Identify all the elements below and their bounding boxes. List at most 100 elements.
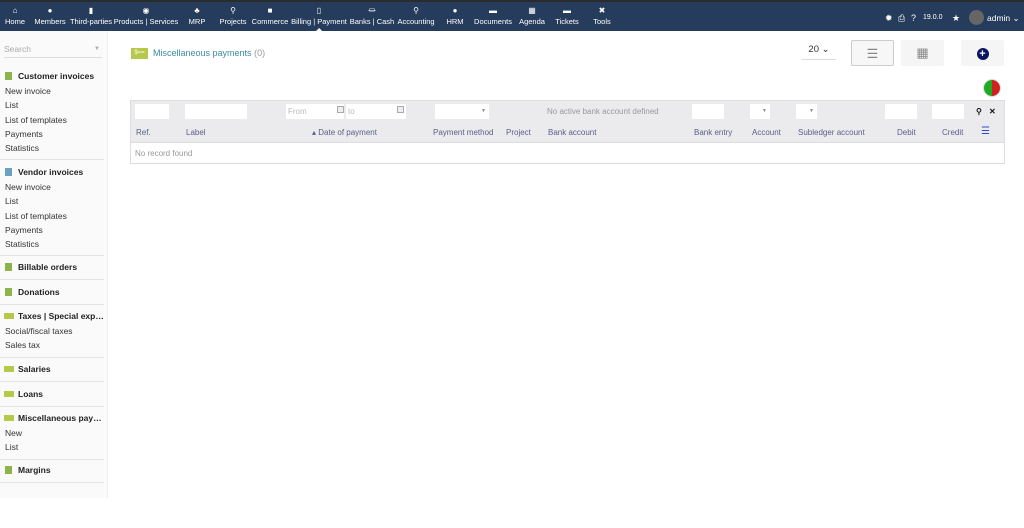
- filter-payment-method[interactable]: ▼: [435, 104, 489, 119]
- print-icon[interactable]: ⎙: [898, 13, 905, 24]
- top-menu-members[interactable]: ● Members: [34, 6, 65, 26]
- sidebar-heading[interactable]: Margins: [0, 462, 104, 478]
- calendar-icon[interactable]: [337, 106, 344, 113]
- sidebar-block: Loans: [0, 386, 104, 407]
- column-selector-icon[interactable]: ☰: [981, 126, 990, 137]
- sidebar-heading[interactable]: Customer invoices: [0, 68, 104, 84]
- col-bank-entry[interactable]: Bank entry: [694, 128, 732, 137]
- filter-debit[interactable]: [885, 104, 917, 119]
- filter-label[interactable]: [185, 104, 247, 119]
- payment-icon: $==: [131, 48, 148, 60]
- top-menu-mrp[interactable]: ♣ MRP: [189, 6, 206, 26]
- filter-date-from[interactable]: From: [286, 104, 344, 119]
- title-text: Miscellaneous payments: [153, 48, 252, 58]
- col-date[interactable]: ▴ Date of payment: [312, 128, 377, 137]
- sidebar-item[interactable]: New invoice: [0, 180, 104, 194]
- sidebar-block: Miscellaneous payments NewList: [0, 410, 104, 460]
- sidebar-item[interactable]: Statistics: [0, 237, 104, 251]
- top-menu-commerce[interactable]: ■ Commerce: [252, 6, 289, 26]
- filter-ref[interactable]: [135, 104, 169, 119]
- sidebar-block: Customer invoices New invoice List List of …: [0, 68, 104, 161]
- header-row: Ref. Label ▴ Date of payment Payment met…: [131, 122, 1004, 143]
- sidebar-heading[interactable]: Donations: [0, 284, 104, 300]
- sidebar-item[interactable]: Social/fiscal taxes: [0, 324, 104, 338]
- top-menu-tools[interactable]: ✖ Tools: [593, 6, 611, 26]
- sidebar-item[interactable]: Payments: [0, 223, 104, 237]
- sidebar-heading[interactable]: Loans: [0, 386, 104, 402]
- export-icon[interactable]: [983, 79, 1001, 97]
- calendar-icon: ▦: [528, 6, 536, 15]
- sidebar-heading-label: Taxes | Special expenses: [18, 311, 104, 321]
- sidebar-heading[interactable]: Vendor invoices: [0, 164, 104, 180]
- close-icon[interactable]: ✕: [989, 107, 996, 116]
- sidebar-item[interactable]: List of templates: [0, 209, 104, 223]
- top-menu-label: Billing | Payment: [291, 17, 347, 26]
- new-button[interactable]: +: [961, 40, 1004, 66]
- sidebar-item[interactable]: List: [0, 440, 104, 454]
- top-menu-banks-cash[interactable]: ⏛ Banks | Cash: [350, 6, 394, 26]
- top-menu-accounting[interactable]: ⚲ Accounting: [397, 6, 434, 26]
- sidebar-heading[interactable]: Salaries: [0, 361, 104, 377]
- sidebar-heading[interactable]: Taxes | Special expenses: [0, 308, 104, 324]
- sidebar-item[interactable]: List of templates: [0, 113, 104, 127]
- kanban-view-button[interactable]: ▦: [901, 40, 944, 66]
- top-menu-hrm[interactable]: ● HRM: [446, 6, 463, 26]
- list-view-button[interactable]: ☰: [851, 40, 894, 66]
- briefcase-icon: ■: [267, 6, 273, 15]
- search-icon[interactable]: ⚲: [976, 107, 982, 116]
- calendar-icon[interactable]: [397, 106, 404, 113]
- top-menu-documents[interactable]: ▬ Documents: [474, 6, 512, 26]
- col-date-label: Date of payment: [318, 128, 377, 137]
- top-menu-products-services[interactable]: ◉ Products | Services: [114, 6, 178, 26]
- sidebar-item[interactable]: List: [0, 194, 104, 208]
- sidebar-item[interactable]: Statistics: [0, 141, 104, 155]
- sidebar-item[interactable]: Sales tax: [0, 338, 104, 352]
- empty-message: No record found: [135, 149, 193, 158]
- sidebar-item[interactable]: New: [0, 426, 104, 440]
- sidebar-item[interactable]: Payments: [0, 127, 104, 141]
- user-menu[interactable]: admin ⌄: [987, 13, 1020, 24]
- filter-credit[interactable]: [932, 104, 964, 119]
- top-menu-home[interactable]: ⌂ Home: [5, 6, 25, 26]
- sidebar-block: Margins: [0, 462, 104, 483]
- username: admin: [987, 13, 1011, 23]
- cubes-icon: ♣: [194, 6, 200, 15]
- home-icon: ⌂: [12, 6, 18, 15]
- col-subledger[interactable]: Subledger account: [798, 128, 865, 137]
- top-menu-projects[interactable]: ⚲ Projects: [219, 6, 246, 26]
- top-menu-label: Commerce: [251, 17, 289, 26]
- top-menu-billing-payment[interactable]: ▯ Billing | Payment: [291, 6, 347, 31]
- avatar[interactable]: [969, 10, 984, 25]
- page-limit-select[interactable]: 20 ⌄: [802, 44, 836, 60]
- top-menu-agenda[interactable]: ▦ Agenda: [519, 6, 545, 26]
- col-project[interactable]: Project: [506, 128, 531, 137]
- top-menu-label: MRP: [188, 17, 206, 26]
- menu-section-icon: [5, 288, 12, 296]
- col-account[interactable]: Account: [752, 128, 781, 137]
- sidebar-heading-label: Miscellaneous payments: [18, 413, 104, 423]
- filter-account[interactable]: ▼: [750, 104, 770, 119]
- sidebar-item[interactable]: List: [0, 98, 104, 112]
- menu-section-icon: [5, 168, 12, 176]
- col-debit[interactable]: Debit: [897, 128, 916, 137]
- sidebar-heading[interactable]: Miscellaneous payments: [0, 410, 104, 426]
- col-credit[interactable]: Credit: [942, 128, 963, 137]
- filter-subledger[interactable]: ▼: [796, 104, 817, 119]
- bookmark-star-icon[interactable]: ★: [952, 13, 960, 24]
- col-ref[interactable]: Ref.: [136, 128, 151, 137]
- top-menu-tickets[interactable]: ▬ Tickets: [555, 6, 578, 26]
- col-payment-method[interactable]: Payment method: [433, 128, 493, 137]
- help-icon[interactable]: ?: [911, 13, 916, 23]
- top-menu-third-parties[interactable]: ▮ Third-parties: [70, 6, 112, 26]
- top-menu-label: Projects: [219, 17, 247, 26]
- record-count: (0): [254, 48, 266, 58]
- filter-bank-entry[interactable]: [692, 104, 724, 119]
- bug-icon[interactable]: ✹: [885, 13, 893, 24]
- sidebar-heading-label: Billable orders: [18, 262, 78, 272]
- user-tie-icon: ●: [452, 6, 458, 15]
- sidebar-heading[interactable]: Billable orders: [0, 259, 104, 275]
- search-input[interactable]: Search ▼: [4, 44, 102, 58]
- sidebar-item[interactable]: New invoice: [0, 84, 104, 98]
- col-label[interactable]: Label: [186, 128, 206, 137]
- col-bank-account[interactable]: Bank account: [548, 128, 596, 137]
